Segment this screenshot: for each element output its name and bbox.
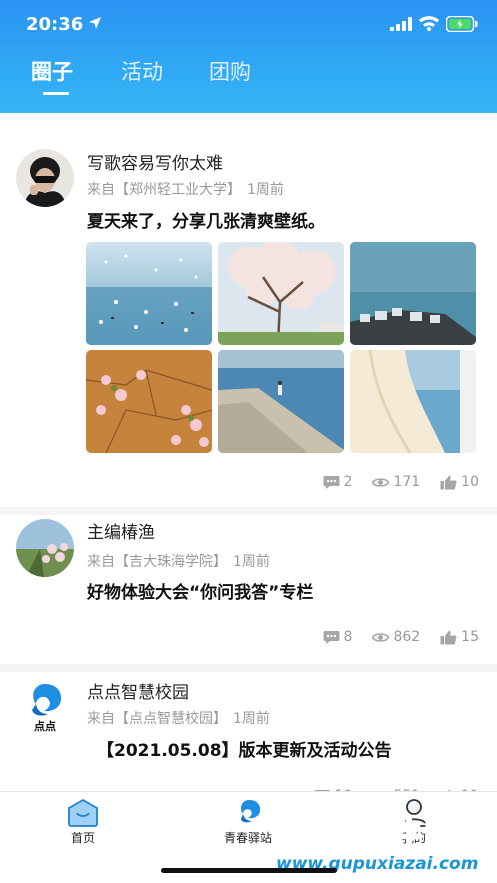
post-stats: 2 171 10 [323,472,479,492]
post-source-school: 来自【郑州轻工业大学】 [87,182,241,198]
avatar-logo-text: 点点 [34,719,56,733]
battery-icon [446,16,478,32]
post-source: 来自【吉大珠海学院】 1周前 [87,551,270,571]
avatar[interactable]: 点点 [16,678,74,736]
post-source: 来自【点点智慧校园】 1周前 [87,708,270,728]
comment-count[interactable]: 8 [323,629,352,645]
post-time: 1周前 [233,711,270,727]
tab-activity[interactable]: 活动 [121,56,163,86]
like-count[interactable]: 10 [440,474,479,490]
post-divider [0,507,497,515]
station-icon [241,800,261,823]
signal-icon [390,17,412,31]
post-source-school: 来自【吉大珠海学院】 [87,554,227,570]
post-text[interactable]: 夏天来了，分享几张清爽壁纸。 [87,207,325,232]
eye-icon [372,477,390,487]
nav-home-label: 首页 [70,831,95,845]
post-card[interactable]: 主编椿渔 来自【吉大珠海学院】 1周前 好物体验大会“你问我答”专栏 8 862 … [0,515,497,665]
tab-group-buy[interactable]: 团购 [209,56,251,86]
post-time: 1周前 [247,182,284,198]
photo-dry-ground-flowers[interactable] [86,350,212,453]
post-card[interactable]: 点点 点点智慧校园 来自【点点智慧校园】 1周前 【2021.05.08】版本更新… [0,672,497,791]
top-tabs: 圈子 活动 团购 [0,52,497,100]
comment-icon [323,475,340,489]
comment-icon [323,630,340,644]
nav-home[interactable]: 首页 [38,798,128,846]
thumbs-up-icon [440,475,457,490]
avatar[interactable] [16,519,74,577]
tab-circle[interactable]: 圈子 [31,56,73,86]
post-author[interactable]: 点点智慧校园 [87,678,189,703]
post-text[interactable]: 好物体验大会“你问我答”专栏 [87,578,313,603]
home-icon [68,798,98,827]
post-stats: 8 862 15 [323,627,479,647]
thumbs-up-icon [440,630,457,645]
wifi-icon [419,16,439,31]
status-bar: 20:36 [0,0,497,50]
post-source: 来自【郑州轻工业大学】 1周前 [87,179,284,199]
post-feed[interactable]: 写歌容易写你太难 来自【郑州轻工业大学】 1周前 夏天来了，分享几张清爽壁纸。 [0,113,497,791]
view-count: 171 [372,474,420,490]
watermark-title: 谷普软件园 [271,814,463,857]
post-text[interactable]: 【2021.05.08】版本更新及活动公告 [97,736,392,761]
tab-active-indicator [43,92,69,95]
post-time: 1周前 [233,554,270,570]
photo-cherry-tree[interactable] [218,242,344,345]
like-count[interactable]: 15 [440,629,479,645]
view-count: 862 [372,629,420,645]
home-indicator[interactable] [161,868,337,873]
status-time: 20:36 [26,14,84,35]
post-author[interactable]: 写歌容易写你太难 [87,149,223,174]
eye-icon [372,632,390,642]
avatar-photo-icon [16,149,74,207]
post-divider [0,664,497,672]
avatar-photo-icon [16,519,74,577]
post-source-school: 来自【点点智慧校园】 [87,711,227,727]
location-arrow-icon [89,17,101,29]
photo-lakeside-path[interactable] [218,350,344,453]
photo-coastal-town[interactable] [350,242,476,345]
avatar[interactable] [16,149,74,207]
comment-count[interactable]: 2 [323,474,352,490]
app-header: 20:36 圈子 活动 团购 [0,0,497,113]
photo-curtain-window[interactable] [350,350,476,453]
campus-logo-icon: 点点 [32,684,62,733]
post-author[interactable]: 主编椿渔 [87,518,155,543]
post-card[interactable]: 写歌容易写你太难 来自【郑州轻工业大学】 1周前 夏天来了，分享几张清爽壁纸。 [0,113,497,511]
photo-seagulls-sea[interactable] [86,242,212,345]
